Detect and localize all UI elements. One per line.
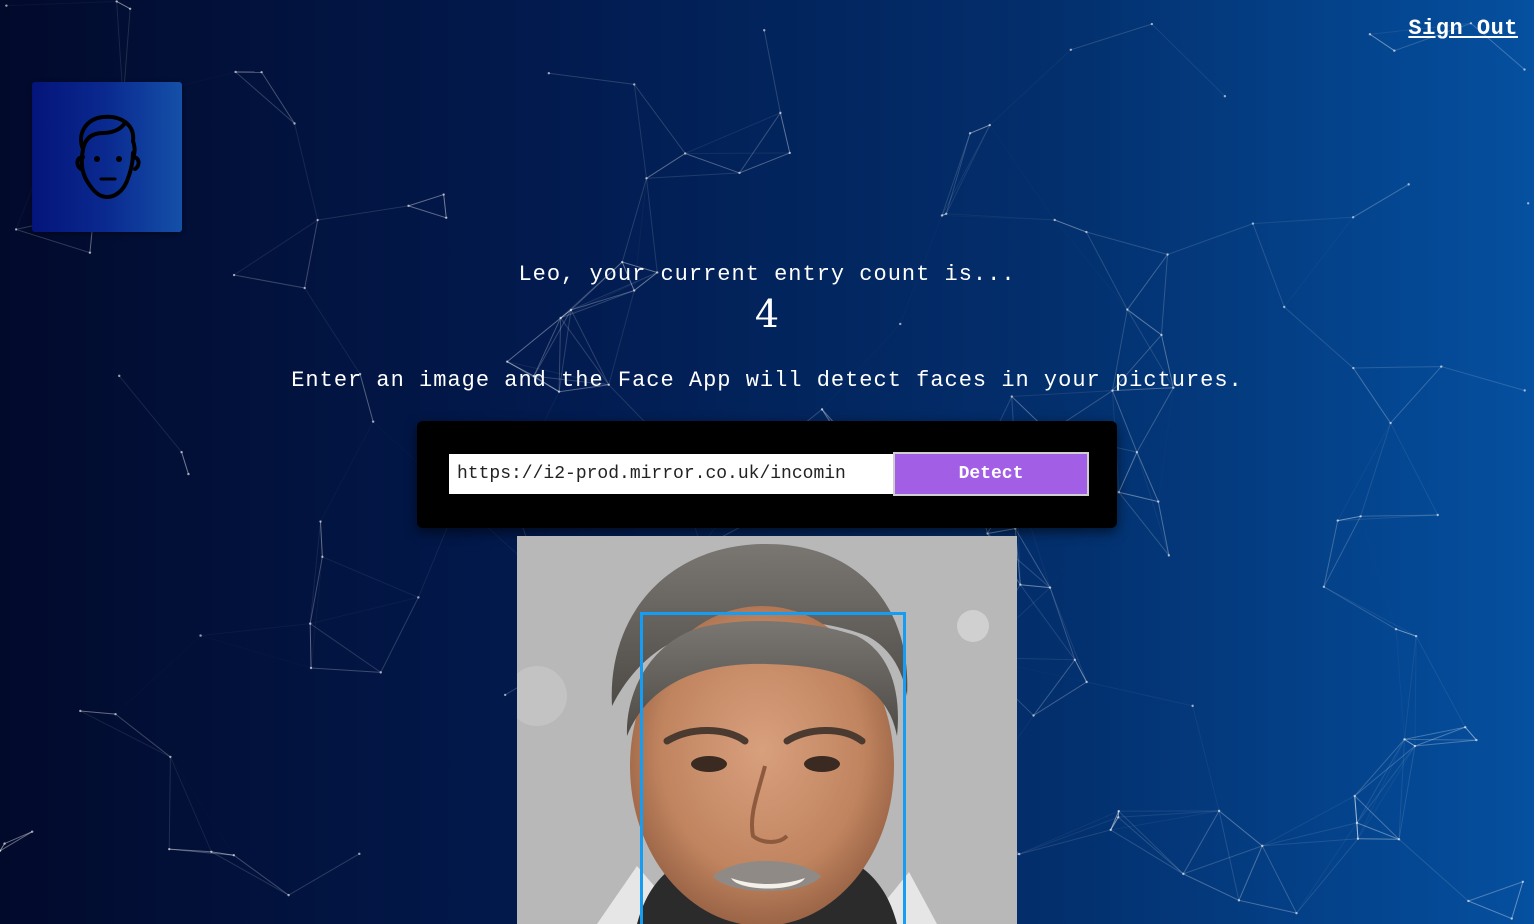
face-bounding-box [640, 612, 906, 924]
instructions-text: Enter an image and the Face App will det… [291, 368, 1243, 393]
result-image [517, 536, 1017, 924]
face-icon [75, 114, 141, 200]
image-url-input[interactable] [449, 454, 893, 494]
sign-out-link[interactable]: Sign Out [1408, 16, 1518, 41]
image-url-form: Detect [417, 421, 1117, 528]
detect-button[interactable]: Detect [893, 452, 1089, 496]
entry-count-greeting: Leo, your current entry count is... [518, 262, 1016, 287]
entry-count-value: 4 [754, 292, 780, 336]
app-logo [32, 82, 182, 232]
